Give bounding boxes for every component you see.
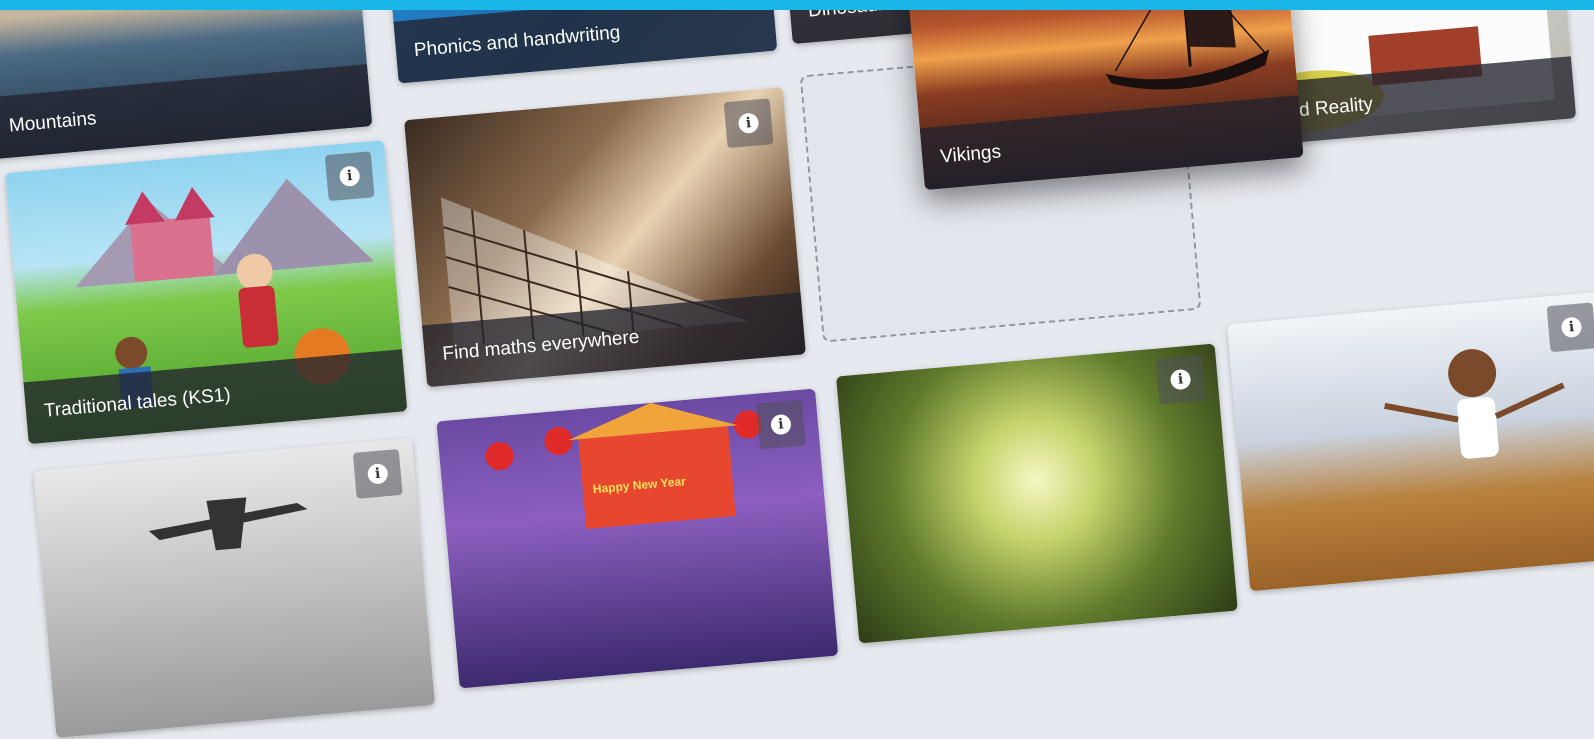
dragged-tile-vikings[interactable]: Vikings: [903, 0, 1304, 191]
tile-chinese-new-year[interactable]: Happy New Year i: [436, 388, 839, 689]
info-button[interactable]: i: [756, 399, 806, 450]
info-button[interactable]: i: [723, 98, 774, 149]
topic-tile-grid: Mountains i Traditional tales (KS1) i Ph…: [0, 0, 1594, 738]
tile-ww2[interactable]: i: [33, 437, 436, 738]
info-button[interactable]: i: [1155, 354, 1206, 405]
tile-mountains[interactable]: Mountains: [0, 0, 373, 160]
info-icon: i: [1560, 316, 1583, 339]
info-button[interactable]: i: [324, 151, 375, 202]
tile-forest[interactable]: i: [836, 343, 1238, 644]
tile-sports-hall[interactable]: i: [1226, 291, 1594, 592]
info-button[interactable]: i: [352, 448, 403, 499]
tile-traditional-tales[interactable]: i Traditional tales (KS1): [5, 140, 408, 445]
sports-hall-image: [1226, 291, 1594, 592]
cartoon-child-gymnast: [1384, 349, 1565, 459]
info-icon: i: [366, 463, 389, 485]
tile-find-maths[interactable]: i Find maths everywhere: [404, 87, 806, 388]
info-icon: i: [770, 413, 792, 436]
info-icon: i: [338, 165, 361, 188]
top-accent-bar: [0, 0, 1594, 10]
info-icon: i: [737, 112, 760, 135]
tile-phonics[interactable]: Phonics and handwriting: [375, 0, 778, 84]
info-button[interactable]: i: [1546, 302, 1594, 353]
info-icon: i: [1169, 368, 1192, 391]
